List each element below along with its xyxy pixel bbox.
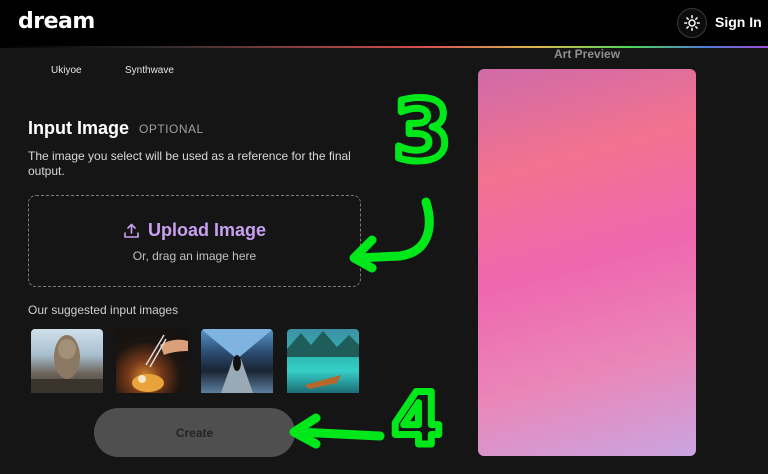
- theme-toggle-button[interactable]: [677, 8, 707, 38]
- style-option-ukiyoe[interactable]: Ukiyoe: [51, 65, 82, 76]
- style-option-synthwave[interactable]: Synthwave: [125, 65, 174, 76]
- drag-hint: Or, drag an image here: [132, 249, 257, 263]
- top-bar: dream Sign In: [0, 0, 768, 46]
- dream-logo[interactable]: dream: [18, 9, 95, 34]
- sign-in-link[interactable]: Sign In: [715, 14, 762, 30]
- suggested-images-title: Our suggested input images: [28, 303, 179, 317]
- upload-drop-zone[interactable]: Upload Image Or, drag an image here: [28, 195, 361, 287]
- art-preview-card: [478, 69, 696, 456]
- suggested-image-food[interactable]: [116, 329, 188, 393]
- input-image-description: The image you select will be used as a r…: [28, 149, 351, 178]
- create-button[interactable]: Create: [94, 408, 295, 457]
- suggested-image-escalator[interactable]: [201, 329, 273, 393]
- annotation-step-3: 3: [393, 82, 451, 180]
- header-divider: [0, 46, 768, 48]
- suggested-image-boat[interactable]: [287, 329, 359, 393]
- upload-image-label: Upload Image: [147, 220, 267, 240]
- upload-icon: [124, 223, 139, 238]
- optional-tag: OPTIONAL: [139, 122, 204, 136]
- suggested-image-owl[interactable]: [31, 329, 103, 393]
- annotation-arrow-4: [289, 413, 385, 449]
- upload-button[interactable]: Upload Image: [29, 220, 360, 241]
- annotation-step-4: 4: [392, 377, 442, 461]
- art-preview-label: Art Preview: [554, 47, 621, 61]
- annotation-arrow-3: [349, 197, 434, 273]
- input-image-title: Input Image: [28, 118, 130, 138]
- sun-icon: [684, 15, 700, 31]
